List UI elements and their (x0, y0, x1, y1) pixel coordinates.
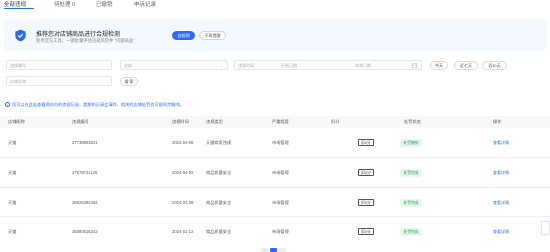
date-range-label: 违规时间 (238, 63, 254, 68)
tab-appeal-records[interactable]: 申诉记录 (134, 0, 156, 8)
view-details-link[interactable]: 查看详情 (493, 170, 509, 176)
view-details-link[interactable]: 查看详情 (493, 229, 509, 235)
shop-name-input[interactable]: 店铺名称 (6, 76, 112, 86)
floating-help-widget[interactable] (541, 221, 550, 235)
chip-last-7-days[interactable]: 近七天 (454, 61, 478, 70)
cell-severity: 市场管理 (272, 229, 289, 234)
col-points: 扣分 (331, 119, 340, 124)
info-icon: i (5, 102, 10, 107)
status-badge: 处罚完成 (400, 227, 422, 236)
col-code: 违规编号 (72, 119, 89, 124)
cell-shop: 天猫 (8, 140, 17, 145)
violation-date-range[interactable]: 违规时间 开始日期 结束日期 (234, 60, 422, 70)
violation-type-select[interactable]: 全部 ⌄ (120, 60, 228, 70)
points-tag: 扣0分 (358, 199, 374, 206)
status-badge: 处罚撤销 (400, 138, 422, 147)
search-button[interactable]: 搜 索 (120, 77, 138, 86)
status-badge: 处罚完成 (400, 198, 422, 207)
dismiss-reminder-button[interactable]: 不再提醒 (199, 31, 226, 40)
cell-shop: 天猫 (8, 200, 17, 205)
tab-revoked[interactable]: 已撤销 (96, 0, 113, 8)
detect-button[interactable]: 去检测 (172, 31, 195, 40)
active-tab-indicator (4, 8, 34, 10)
view-details-link[interactable]: 查看详情 (493, 200, 509, 206)
pagination (261, 248, 287, 252)
shop-name-placeholder: 店铺名称 (10, 79, 26, 84)
col-status: 处罚状态 (404, 119, 421, 124)
cell-severity: 市场管理 (272, 140, 289, 145)
cell-time: 2024-01-12 (172, 229, 194, 234)
cell-code: 37578721128 (72, 170, 98, 175)
view-details-link[interactable]: 查看详情 (493, 140, 509, 146)
cell-type: 天猫商家违规 (206, 140, 232, 145)
cell-severity: 市场管理 (272, 170, 289, 175)
col-shop: 店铺昵称 (8, 119, 25, 124)
chevron-down-icon: ⌄ (219, 63, 223, 68)
pagination-next-button[interactable] (279, 248, 286, 252)
date-end-placeholder: 结束日期 (355, 63, 371, 68)
row-divider (0, 216, 550, 217)
cell-type: 商品质量安全 (206, 229, 232, 234)
cell-code: 36580516242 (72, 229, 98, 234)
row-divider (0, 187, 550, 188)
violation-type-value: 全部 (124, 63, 132, 68)
violation-code-placeholder: 违规编号 (10, 63, 26, 68)
col-time: 违规时间 (172, 119, 189, 124)
violation-code-input[interactable]: 违规编号 (6, 60, 112, 70)
cell-time: 2024-04-02 (172, 170, 194, 175)
tab-bar: 全部违规 待处理 0 已撤销 申诉记录 (0, 0, 550, 10)
cell-code: 36925392264 (72, 200, 98, 205)
status-badge: 处罚完成 (400, 168, 422, 177)
chip-today[interactable]: 今天 (430, 61, 448, 70)
cell-time: 2024-01-28 (172, 200, 194, 205)
points-tag: 扣0分 (358, 169, 374, 176)
cell-severity: 市场管理 (272, 200, 289, 205)
cell-shop: 天猫 (8, 170, 17, 175)
tab-all-violations[interactable]: 全部违规 (4, 0, 26, 8)
cell-shop: 天猫 (8, 229, 17, 234)
cell-type: 商品质量安全 (206, 200, 232, 205)
pagination-page-button[interactable] (270, 248, 277, 252)
col-severity: 严重程度 (272, 119, 289, 124)
cell-type: 商品质量安全 (206, 170, 232, 175)
shield-icon (15, 29, 26, 42)
col-type: 违规类型 (206, 119, 223, 124)
calendar-icon (412, 63, 417, 68)
date-start-placeholder: 开始日期 (281, 63, 297, 68)
chip-last-30-days[interactable]: 近30天 (482, 61, 507, 70)
row-divider (0, 157, 550, 158)
points-tag: 扣0分 (358, 139, 374, 146)
tab-pending[interactable]: 待处理 0 (54, 0, 75, 8)
points-tag: 扣0分 (358, 228, 374, 235)
retention-notice: 您可以在此处查看两年内的违规记录，超期的记录会清除，相关的店铺处罚也可能同步解除… (12, 102, 184, 107)
cell-code: 37738653021 (72, 140, 98, 145)
banner-subtitle: 使用官方工具，一键批量评估违规风险并 “问题商品” (36, 38, 135, 43)
banner-title: 推荐您对店铺商品进行合规检测 (36, 32, 121, 38)
cell-time: 2024-04-08 (172, 140, 194, 145)
pagination-prev-button[interactable] (261, 248, 268, 252)
col-action: 操作 (493, 119, 502, 124)
